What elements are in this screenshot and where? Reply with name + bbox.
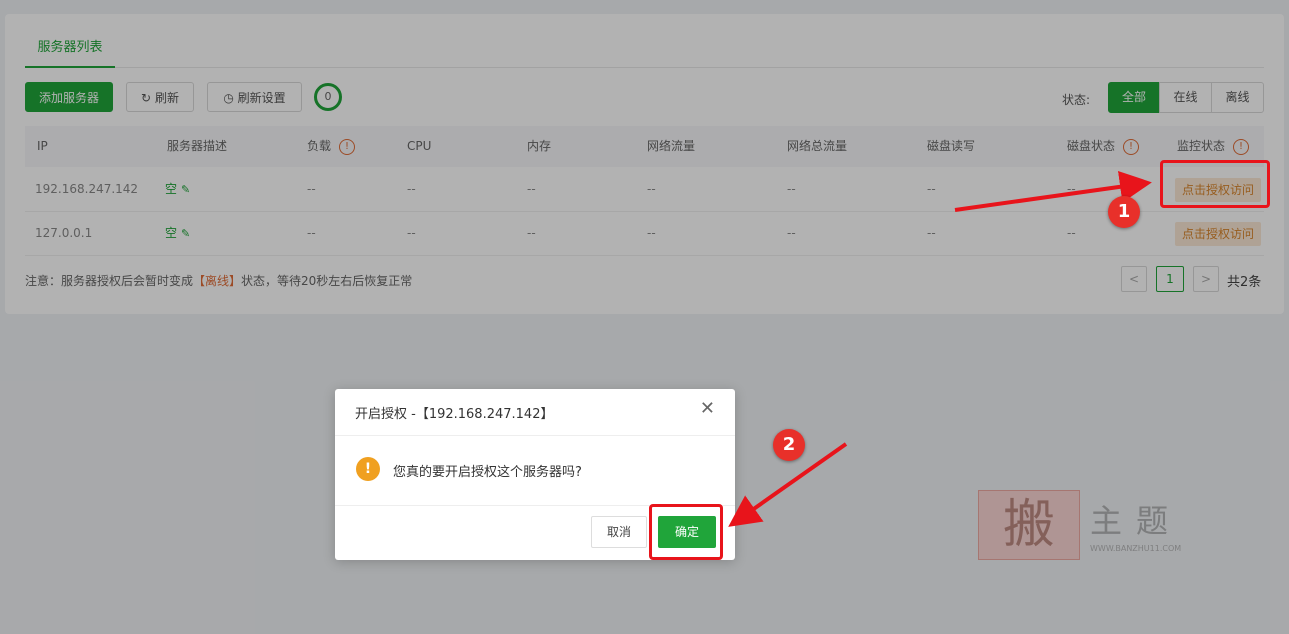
dialog-title: 开启授权 -【192.168.247.142】 [355, 407, 554, 422]
close-icon[interactable]: ✕ [700, 399, 715, 419]
annotation-box-confirm [649, 504, 723, 560]
watermark-seal: 搬 [978, 490, 1080, 560]
cancel-button[interactable]: 取消 [591, 516, 647, 548]
dialog-message: 您真的要开启授权这个服务器吗? [393, 465, 582, 480]
watermark-url: WWW.BANZHU11.COM [1090, 544, 1182, 553]
warning-icon: ! [356, 457, 380, 481]
watermark-text: 主题 [1090, 502, 1183, 540]
step-badge-2: 2 [773, 429, 805, 461]
dialog-divider [335, 435, 735, 436]
step-badge-1: 1 [1108, 196, 1140, 228]
annotation-box-authorize [1160, 160, 1270, 208]
